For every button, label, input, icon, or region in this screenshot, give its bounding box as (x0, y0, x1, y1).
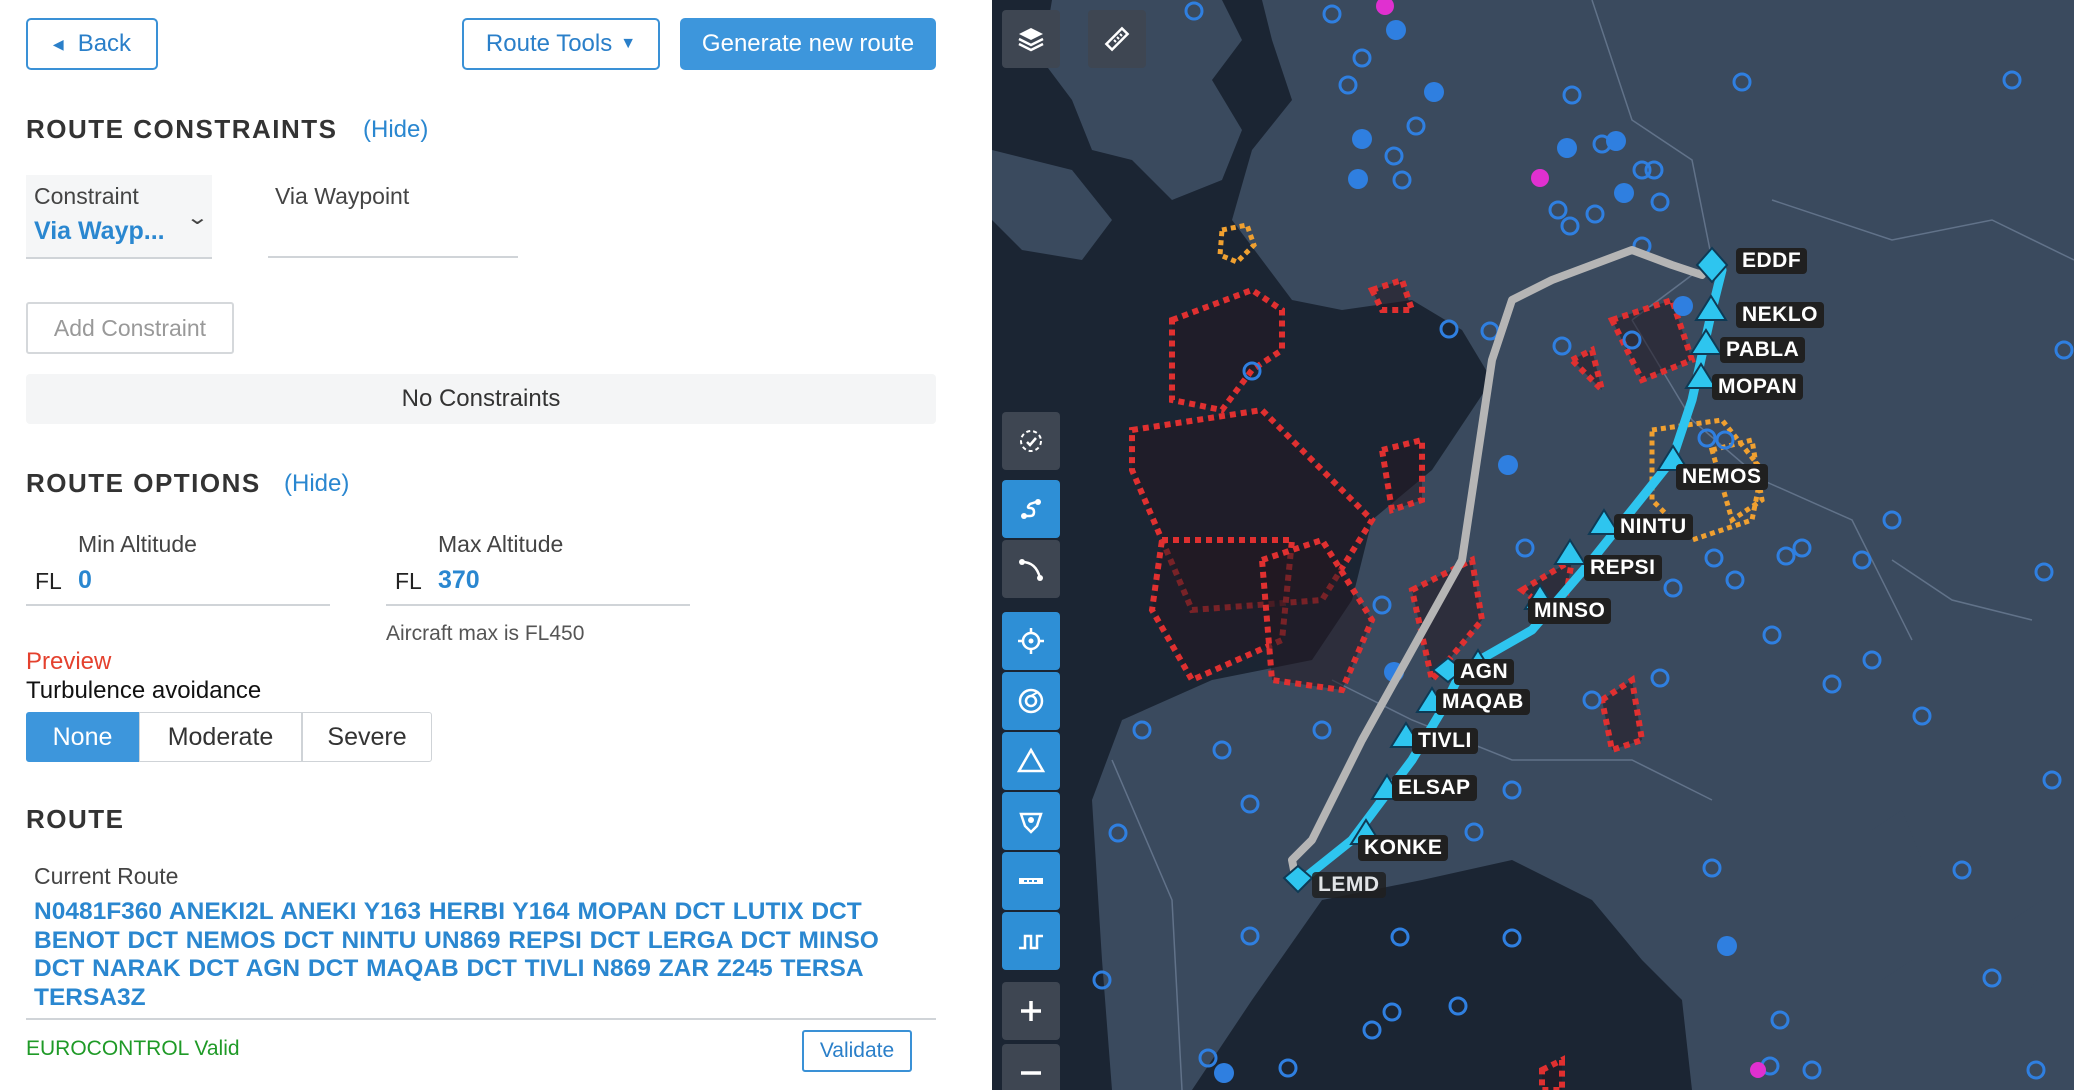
current-route-label: Current Route (34, 863, 179, 889)
route-planner-panel: ◀ Back Route Tools ▼ Generate new route … (0, 0, 992, 1090)
route-button[interactable] (1002, 480, 1060, 538)
vertical-profile-icon (1019, 934, 1043, 950)
turbulence-severe-option[interactable]: Severe (302, 712, 432, 762)
waypoint-label-konke[interactable]: KONKE (1358, 835, 1449, 861)
vor-icon (1018, 628, 1044, 654)
add-constraint-button[interactable]: Add Constraint (26, 302, 234, 354)
via-waypoint-underline (268, 256, 518, 258)
lasso-select-icon (1020, 430, 1042, 452)
aircraft-max-note: Aircraft max is FL450 (386, 622, 585, 645)
current-route-text[interactable]: N0481F360 ANEKI2L ANEKI Y163 HERBI Y164 … (34, 898, 914, 1012)
route-tools-label: Route Tools (485, 30, 613, 57)
waypoint-filter-button[interactable] (1002, 732, 1060, 790)
airport-icon (1019, 812, 1043, 834)
ndb-filter-button[interactable] (1002, 672, 1060, 730)
max-altitude-input[interactable]: 370 (438, 566, 480, 595)
chevron-down-icon: ⌄ (185, 207, 210, 229)
waypoint-label-nemos[interactable]: NEMOS (1676, 464, 1768, 490)
turbulence-label: Turbulence avoidance (26, 677, 262, 704)
route-tools-dropdown[interactable]: Route Tools ▼ (462, 18, 660, 70)
constraint-type-label: Constraint (34, 183, 139, 209)
via-waypoint-input[interactable] (268, 218, 518, 258)
waypoint-label-agn[interactable]: AGN (1454, 659, 1515, 685)
runway-icon (1019, 878, 1043, 884)
waypoint-triangle-icon (1016, 747, 1046, 773)
caret-down-icon: ▼ (620, 35, 637, 52)
ndb-icon (1018, 688, 1044, 714)
max-altitude-label: Max Altitude (438, 531, 564, 557)
waypoint-label-minso[interactable]: MINSO (1528, 598, 1612, 624)
max-altitude-underline (386, 604, 690, 606)
preview-label: Preview (26, 648, 112, 675)
fl-prefix-min: FL (35, 568, 62, 594)
fl-prefix-max: FL (395, 568, 422, 594)
map-view[interactable]: EDDF NEKLO PABLA MOPAN NEMOS NINTU REPSI… (992, 0, 2074, 1090)
zoom-in-icon (1021, 1001, 1041, 1021)
waypoint-label-eddf[interactable]: EDDF (1736, 248, 1808, 274)
turbulence-moderate-option[interactable]: Moderate (139, 712, 302, 762)
ruler-icon (1104, 26, 1130, 52)
constraint-type-select[interactable]: Constraint Via Wayp... ⌄ (26, 175, 212, 259)
min-altitude-input[interactable]: 0 (78, 566, 92, 595)
layers-button[interactable] (1002, 10, 1060, 68)
turbulence-none-option[interactable]: None (26, 712, 139, 762)
constraints-empty-state: No Constraints (26, 374, 936, 424)
arc-button[interactable] (1002, 540, 1060, 598)
validate-label: Validate (819, 1039, 895, 1062)
runway-filter-button[interactable] (1002, 852, 1060, 910)
constraints-title: ROUTE CONSTRAINTS (26, 114, 338, 144)
waypoint-label-maqab[interactable]: MAQAB (1436, 689, 1530, 715)
options-title: ROUTE OPTIONS (26, 468, 261, 498)
waypoint-label-destination[interactable]: LEMD (1312, 872, 1386, 898)
ruler-button[interactable] (1088, 10, 1146, 68)
route-title: ROUTE (26, 804, 125, 834)
current-route-underline (26, 1018, 936, 1020)
zoom-in-button[interactable] (1002, 982, 1060, 1040)
options-hide-link[interactable]: (Hide) (284, 470, 349, 498)
map-canvas[interactable] (992, 0, 2074, 1090)
back-button[interactable]: ◀ Back (26, 18, 158, 70)
lasso-select-button[interactable] (1002, 412, 1060, 470)
layers-icon (1018, 28, 1044, 52)
vor-filter-button[interactable] (1002, 612, 1060, 670)
waypoint-label-elsap[interactable]: ELSAP (1392, 775, 1477, 801)
back-label: Back (77, 30, 132, 57)
zoom-out-button[interactable] (1002, 1044, 1060, 1090)
arc-icon (1019, 559, 1043, 581)
generate-route-button[interactable]: Generate new route (680, 18, 936, 70)
min-altitude-underline (26, 604, 330, 606)
validate-button[interactable]: Validate (802, 1030, 912, 1072)
waypoint-label-pabla[interactable]: PABLA (1720, 337, 1806, 363)
waypoint-label-neklo[interactable]: NEKLO (1736, 302, 1824, 328)
airport-filter-button[interactable] (1002, 792, 1060, 850)
route-icon (1021, 499, 1041, 519)
waypoint-label-tivli[interactable]: TIVLI (1412, 728, 1478, 754)
generate-route-label: Generate new route (701, 30, 915, 57)
chevron-left-icon: ◀ (52, 35, 64, 52)
constraints-hide-link[interactable]: (Hide) (363, 116, 428, 144)
zoom-out-icon (1021, 1071, 1041, 1075)
validation-status: EUROCONTROL Valid (26, 1037, 240, 1060)
waypoint-label-repsi[interactable]: REPSI (1584, 555, 1662, 581)
vertical-profile-button[interactable] (1002, 912, 1060, 970)
waypoint-label-nintu[interactable]: NINTU (1614, 514, 1693, 540)
no-constraints-text: No Constraints (401, 385, 561, 412)
waypoint-label-mopan[interactable]: MOPAN (1712, 374, 1804, 400)
min-altitude-label: Min Altitude (78, 531, 197, 557)
via-waypoint-label: Via Waypoint (275, 183, 410, 209)
constraint-type-value: Via Wayp... (34, 217, 165, 245)
